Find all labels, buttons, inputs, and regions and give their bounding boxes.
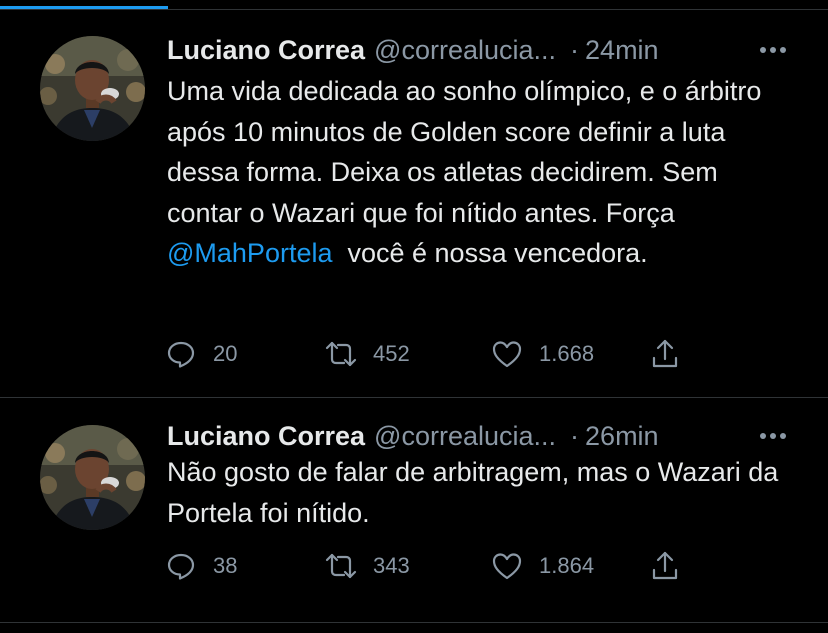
share-icon <box>648 337 682 371</box>
share-button[interactable] <box>648 546 682 586</box>
tweet-header: Luciano Correa @correalucia... · 24min <box>167 33 788 67</box>
reply-button[interactable]: 38 <box>164 546 237 586</box>
author-handle[interactable]: @correalucia... <box>374 35 556 66</box>
retweet-icon <box>324 337 358 371</box>
more-icon[interactable] <box>758 421 788 451</box>
author-name[interactable]: Luciano Correa <box>167 35 365 66</box>
reply-count: 38 <box>213 553 238 578</box>
share-icon <box>648 549 682 583</box>
tweet-1[interactable]: Luciano Correa @correalucia... · 24min U… <box>0 10 828 397</box>
reply-icon <box>164 549 198 583</box>
tweet-divider <box>0 622 828 623</box>
avatar[interactable] <box>40 425 145 530</box>
separator-dot: · <box>570 420 580 451</box>
like-button[interactable]: 1.668 <box>490 334 594 374</box>
share-button[interactable] <box>648 334 682 374</box>
tweet-text: Não gosto de falar de arbitragem, mas o … <box>167 457 779 528</box>
author-name[interactable]: Luciano Correa <box>167 421 365 452</box>
avatar-photo <box>40 425 145 530</box>
retweet-count: 452 <box>373 341 410 366</box>
author-handle[interactable]: @correalucia... <box>374 421 556 452</box>
reply-icon <box>164 337 198 371</box>
separator-dot: · <box>570 34 580 65</box>
tweet-header: Luciano Correa @correalucia... · 26min <box>167 419 788 453</box>
tweet-actions: 38 343 1.864 <box>164 546 704 586</box>
retweet-button[interactable]: 343 <box>324 546 410 586</box>
tweet-text-part: você é nossa vencedora. <box>332 238 648 268</box>
retweet-icon <box>324 549 358 583</box>
tweet-timestamp[interactable]: 24min <box>585 35 659 66</box>
more-icon[interactable] <box>758 35 788 65</box>
like-icon <box>490 549 524 583</box>
tweet-actions: 20 452 1.668 <box>164 334 704 374</box>
like-icon <box>490 337 524 371</box>
tweet-text-part: Uma vida dedicada ao sonho olímpico, e o… <box>167 76 762 228</box>
tweet-text: Uma vida dedicada ao sonho olímpico, e o… <box>167 71 797 274</box>
like-button[interactable]: 1.864 <box>490 546 594 586</box>
tweet-timestamp[interactable]: 26min <box>585 421 659 452</box>
reply-button[interactable]: 20 <box>164 334 237 374</box>
like-count: 1.864 <box>539 553 595 578</box>
retweet-button[interactable]: 452 <box>324 334 410 374</box>
avatar-photo <box>40 36 145 141</box>
tweet-2[interactable]: Luciano Correa @correalucia... · 26min N… <box>0 398 828 622</box>
avatar[interactable] <box>40 36 145 141</box>
like-count: 1.668 <box>539 341 595 366</box>
retweet-count: 343 <box>373 553 410 578</box>
reply-count: 20 <box>213 341 238 366</box>
mention-link[interactable]: @MahPortela <box>167 238 332 268</box>
